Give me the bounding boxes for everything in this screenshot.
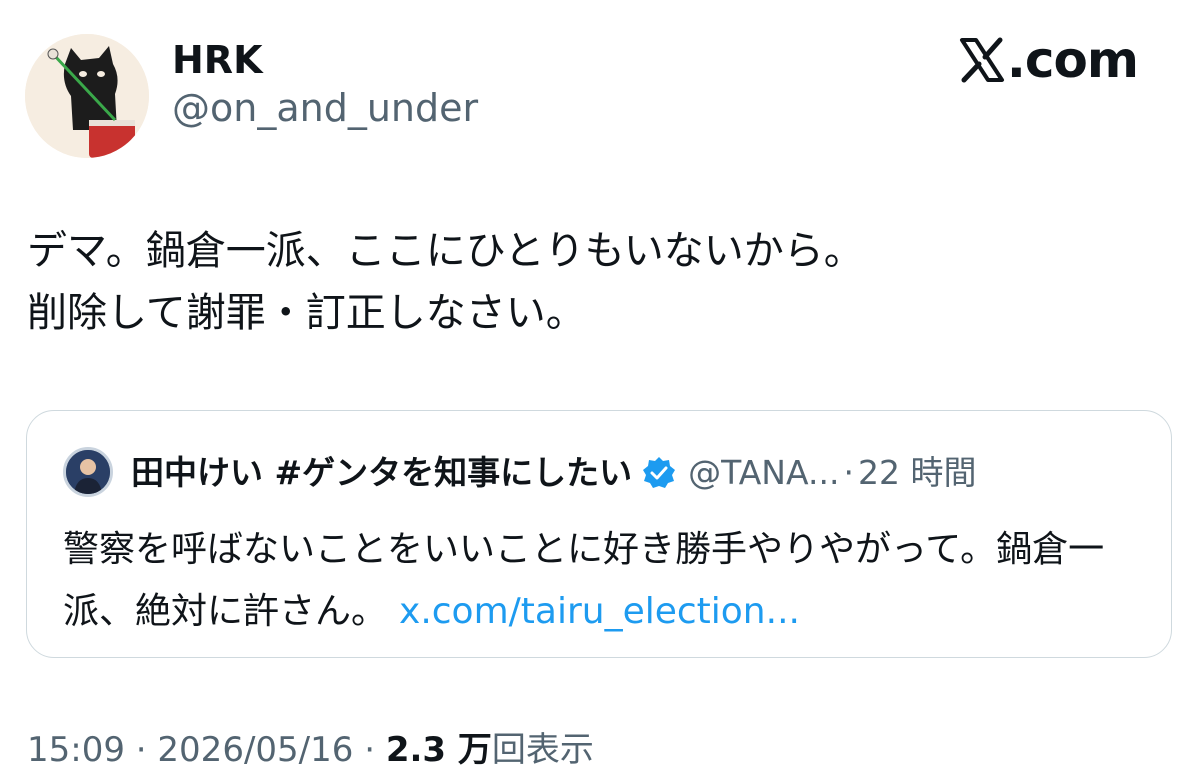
meta-separator: ·	[364, 730, 376, 770]
quoted-handle[interactable]: @TANA...	[688, 449, 839, 497]
brand-x-com: .com	[959, 30, 1139, 90]
meta-separator: ·	[135, 730, 147, 770]
tweet-meta: 15:09 · 2026/05/16 · 2.3 万回表示	[27, 728, 594, 772]
quoted-display-name[interactable]: 田中けい #ゲンタを知事にしたい	[131, 449, 632, 497]
cat-drummer-avatar-icon	[25, 34, 149, 158]
quoted-link[interactable]: x.com/tairu_election...	[399, 591, 800, 632]
brand-label: .com	[1006, 31, 1139, 89]
quoted-time[interactable]: 22 時間	[858, 449, 976, 497]
quoted-header: 田中けい #ゲンタを知事にしたい @TANA... · 22 時間	[131, 449, 976, 497]
person-avatar-icon	[66, 450, 110, 494]
tweet-time[interactable]: 15:09	[27, 730, 125, 770]
views-label: 回表示	[491, 730, 594, 770]
quoted-separator: ·	[843, 453, 854, 492]
tweet-text: デマ。鍋倉一派、ここにひとりもいないから。 削除して謝罪・訂正しなさい。	[27, 228, 864, 336]
views-count: 2.3 万	[385, 730, 492, 770]
tweet-date[interactable]: 2026/05/16	[157, 730, 353, 770]
quoted-author-avatar[interactable]	[63, 447, 113, 497]
verified-badge-icon	[643, 457, 676, 488]
quoted-text-block: 警察を呼ばないことをいいことに好き勝手やりやがって。鍋倉一派、絶対に許さん。 x.…	[63, 519, 1143, 643]
quoted-tweet-card[interactable]: 田中けい #ゲンタを知事にしたい @TANA... · 22 時間 警察を呼ばな…	[26, 410, 1172, 658]
author-handle[interactable]: @on_and_under	[172, 86, 478, 130]
x-logo-icon	[959, 37, 1004, 83]
author-avatar[interactable]	[25, 34, 149, 158]
author-display-name[interactable]: HRK	[172, 38, 263, 82]
